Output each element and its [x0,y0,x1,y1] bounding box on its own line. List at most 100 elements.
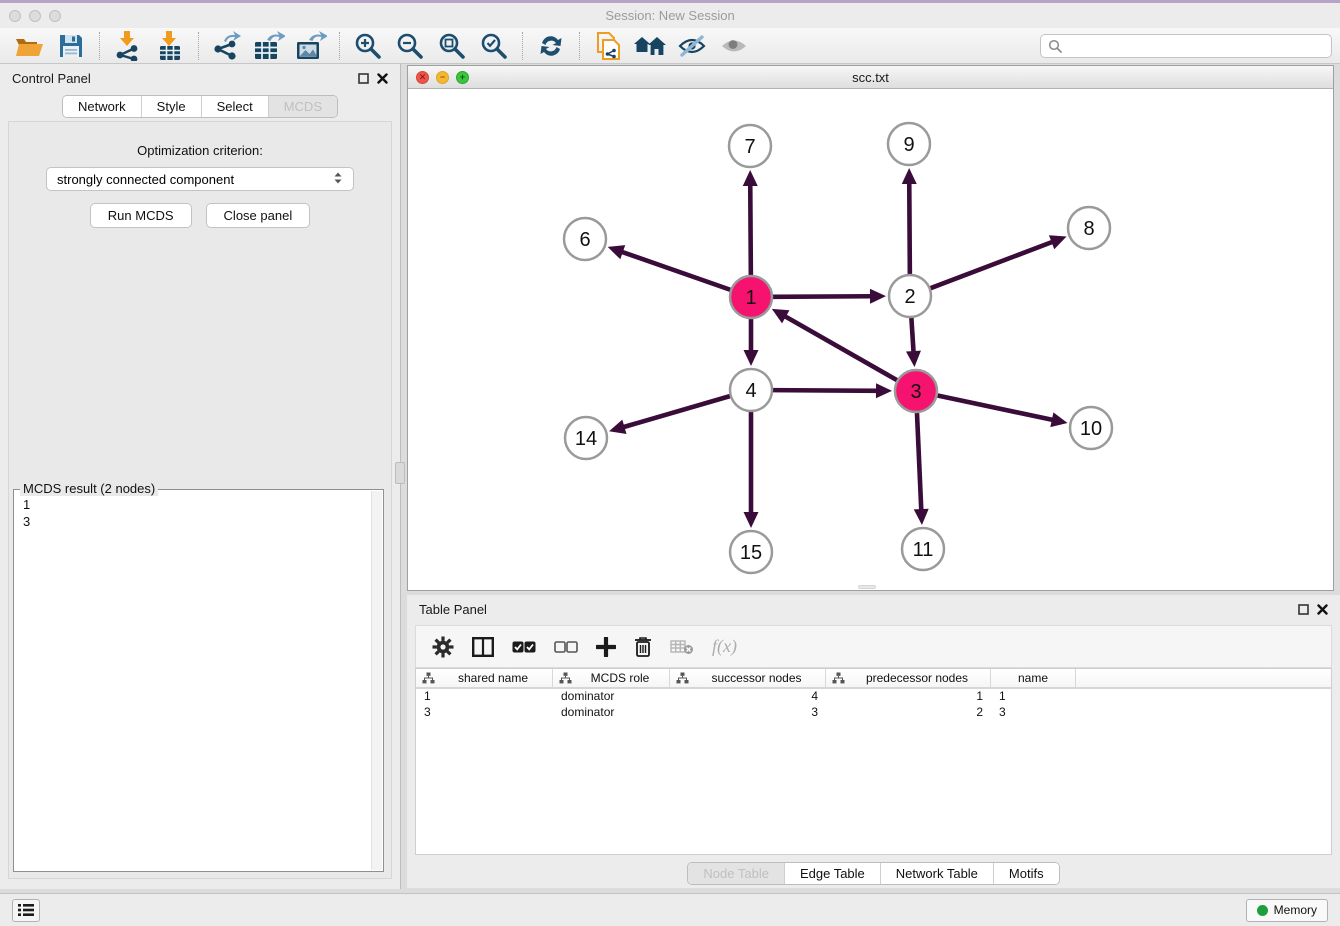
graph-node-label: 11 [913,539,934,561]
graph-node-label: 4 [745,380,756,402]
cell-mcds-role: dominator [553,705,670,721]
home-icon[interactable] [629,30,671,62]
criterion-value: strongly connected component [57,172,234,187]
float-panel-icon[interactable] [1298,604,1309,615]
graph-edge-4-14[interactable] [622,396,729,427]
tab-network[interactable]: Network [63,96,141,117]
columns-icon[interactable] [472,637,494,657]
search-icon [1048,39,1062,53]
graph-edge-3-1[interactable] [784,316,897,380]
minimize-window-button[interactable] [29,10,41,22]
gear-icon[interactable] [432,636,454,658]
graph-arrowhead [609,420,626,434]
copy-network-icon[interactable] [587,30,629,62]
select-all-icon[interactable] [512,640,536,654]
cell-shared-name: 1 [416,689,553,705]
application-window: Session: New Session [0,0,1340,926]
cell-shared-name: 3 [416,705,553,721]
graph-edge-3-10[interactable] [938,396,1054,421]
network-canvas[interactable]: 7968124314101511 [408,89,1333,590]
canvas-scroll-grip[interactable] [858,585,876,589]
graph-node-label: 7 [744,136,755,158]
mcds-result-list: 1 3 [14,490,383,871]
network-window-titlebar[interactable]: ✕ − + scc.txt [408,66,1333,89]
graph-edge-1-2[interactable] [773,296,872,297]
tab-edge-table[interactable]: Edge Table [784,863,880,884]
graph-arrowhead [870,289,886,304]
tab-style[interactable]: Style [141,96,201,117]
table-row[interactable]: 1 dominator 4 1 1 [416,689,1331,705]
table-panel-title: Table Panel [419,602,487,617]
memory-button[interactable]: Memory [1246,899,1328,922]
refresh-icon[interactable] [530,30,572,62]
save-icon[interactable] [50,30,92,62]
result-scrollbar[interactable] [371,491,382,870]
toolbar-separator [522,32,523,60]
control-panel-title: Control Panel [12,71,91,86]
hierarchy-icon [422,672,435,684]
open-folder-icon[interactable] [8,30,50,62]
deselect-all-icon[interactable] [554,640,578,654]
graph-edge-2-8[interactable] [931,241,1054,288]
close-panel-button[interactable]: Close panel [206,203,311,228]
table-header-row: shared name MCDS role successor nodes pr… [416,669,1331,689]
memory-label: Memory [1274,903,1317,917]
maximize-network-button[interactable]: + [456,71,469,84]
table-row[interactable]: 3 dominator 3 2 3 [416,705,1331,721]
graph-edge-3-11[interactable] [917,413,921,511]
tab-select[interactable]: Select [201,96,268,117]
search-field[interactable] [1040,34,1332,58]
tab-network-table[interactable]: Network Table [880,863,993,884]
mcds-result-box: MCDS result (2 nodes) 1 3 [13,489,384,872]
eye-icon[interactable] [713,30,755,62]
criterion-dropdown[interactable]: strongly connected component [46,167,354,191]
graph-edge-2-3[interactable] [911,318,913,353]
tab-node-table[interactable]: Node Table [688,863,784,884]
zoom-in-icon[interactable] [347,30,389,62]
close-panel-icon[interactable] [377,73,388,84]
export-table-icon[interactable] [248,30,290,62]
graph-edge-2-9[interactable] [909,182,910,274]
graph-node-label: 15 [740,542,762,564]
zoom-out-icon[interactable] [389,30,431,62]
eye-slash-icon[interactable] [671,30,713,62]
task-list-button[interactable] [12,899,40,922]
graph-edge-1-7[interactable] [750,184,751,275]
add-icon[interactable] [596,637,616,657]
trash-icon[interactable] [634,636,652,657]
zoom-window-button[interactable] [49,10,61,22]
graph-edge-4-3[interactable] [773,390,878,391]
cell-successor-nodes: 3 [670,705,826,721]
graph-arrowhead [608,245,626,259]
close-network-button[interactable]: ✕ [416,71,429,84]
minimize-network-button[interactable]: − [436,71,449,84]
import-network-icon[interactable] [107,30,149,62]
graph-node-label: 9 [903,134,914,156]
function-icon: f(x) [712,636,737,657]
zoom-selected-icon[interactable] [473,30,515,62]
tab-motifs[interactable]: Motifs [993,863,1059,884]
run-mcds-button[interactable]: Run MCDS [90,203,192,228]
mcds-result-line: 1 [23,496,374,513]
close-window-button[interactable] [9,10,21,22]
import-table-icon[interactable] [149,30,191,62]
network-view-window: ✕ − + scc.txt 7968124314101511 [407,65,1334,591]
graph-arrowhead [744,512,759,528]
splitter-handle[interactable] [395,462,405,484]
export-image-icon[interactable] [290,30,332,62]
column-header-shared-name[interactable]: shared name [416,669,553,687]
zoom-fit-icon[interactable] [431,30,473,62]
network-window-controls: ✕ − + [416,71,469,84]
float-panel-icon[interactable] [358,73,369,84]
close-panel-icon[interactable] [1317,604,1328,615]
search-input[interactable] [1067,38,1324,53]
export-network-icon[interactable] [206,30,248,62]
graph-node-label: 10 [1080,418,1102,440]
column-header-name[interactable]: name [991,669,1076,687]
column-header-mcds-role[interactable]: MCDS role [553,669,670,687]
graph-edge-1-6[interactable] [621,252,730,290]
column-header-predecessor-nodes[interactable]: predecessor nodes [826,669,991,687]
column-header-successor-nodes[interactable]: successor nodes [670,669,826,687]
control-panel: Control Panel Network Style Select MCDS … [0,64,401,889]
tab-mcds[interactable]: MCDS [268,96,337,117]
